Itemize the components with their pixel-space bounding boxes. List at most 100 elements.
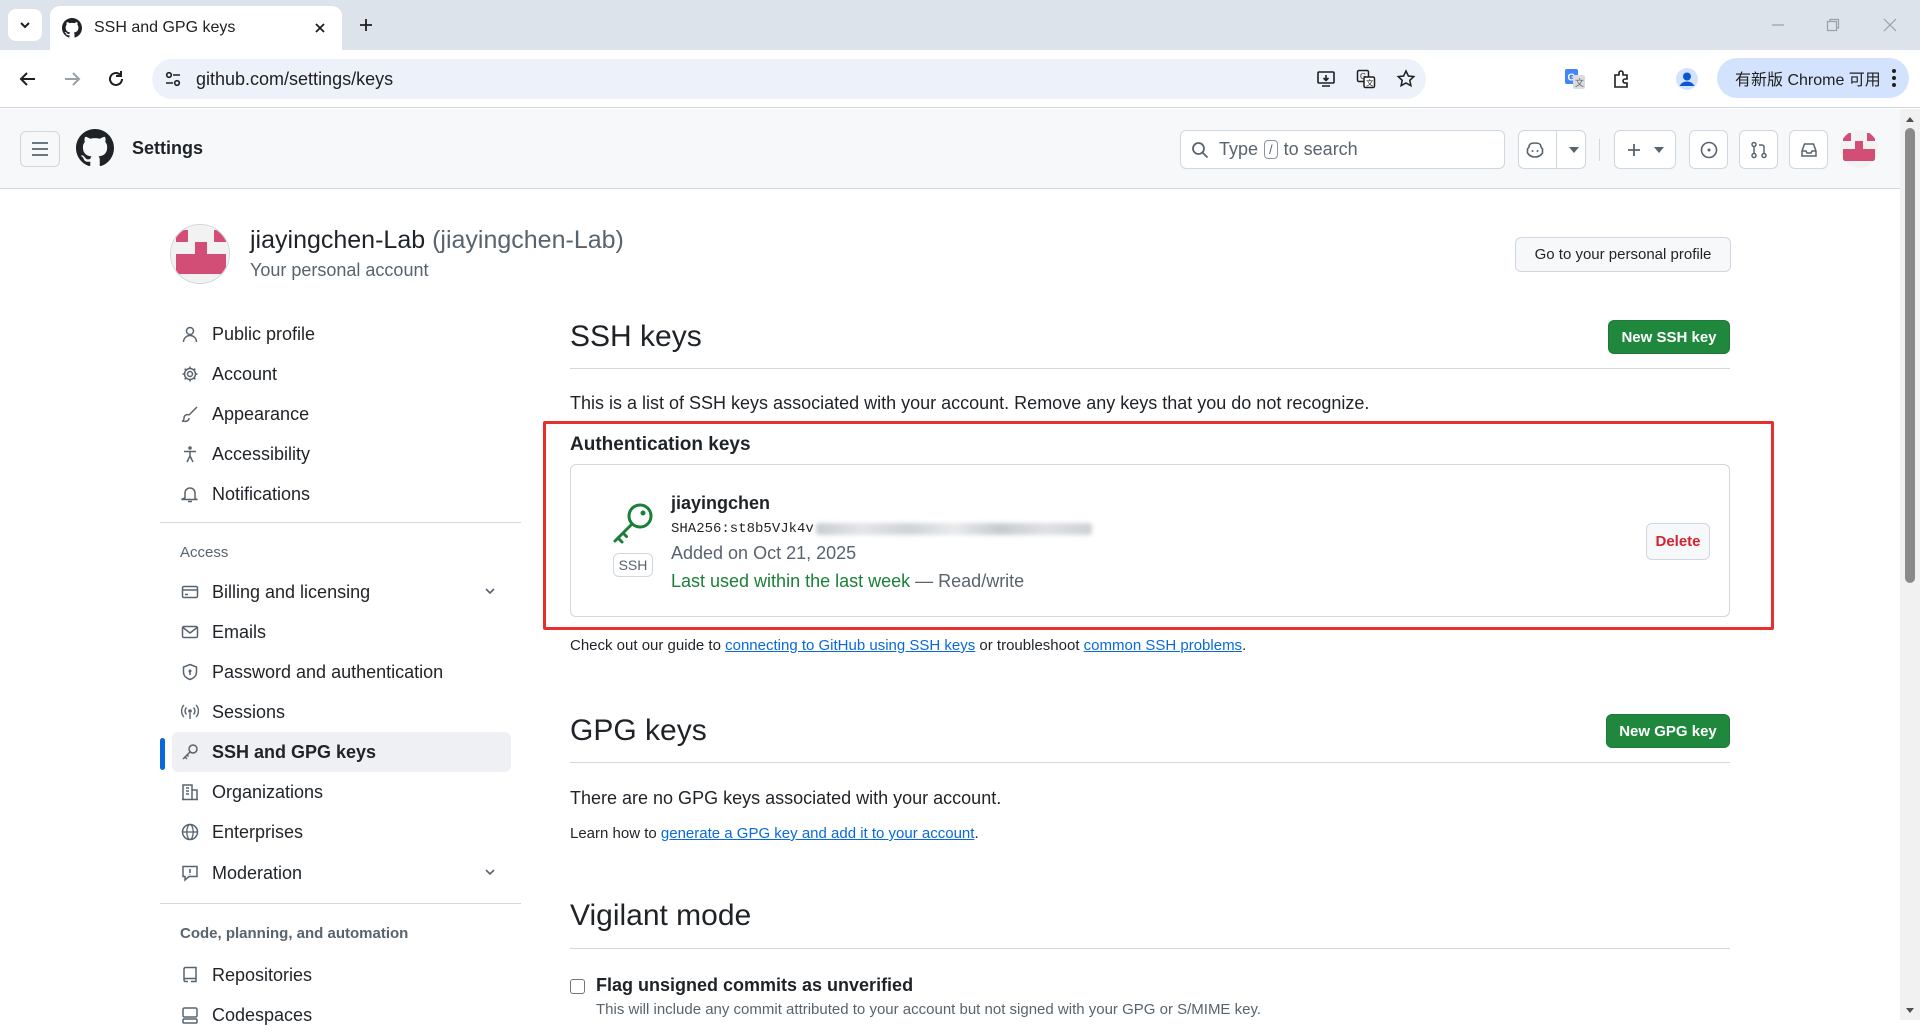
- key-added-date: Added on Oct 21, 2025: [671, 543, 857, 563]
- profile-avatar[interactable]: [170, 224, 230, 284]
- gpg-keys-title: GPG keys: [570, 714, 707, 747]
- global-nav-menu-button[interactable]: [20, 131, 60, 167]
- svg-text:文: 文: [1575, 77, 1584, 89]
- scroll-up-arrow-icon[interactable]: [1900, 112, 1920, 126]
- sidebar-item-repositories[interactable]: Repositories: [172, 955, 511, 995]
- search-input[interactable]: Type / to search: [1180, 130, 1505, 169]
- ssh-guide-link[interactable]: connecting to GitHub using SSH keys: [725, 637, 975, 654]
- sidebar-item-billing[interactable]: Billing and licensing: [172, 572, 511, 612]
- pull-requests-button[interactable]: [1739, 130, 1778, 169]
- new-ssh-key-button[interactable]: New SSH key: [1608, 320, 1730, 354]
- site-info-icon[interactable]: [160, 66, 186, 92]
- google-translate-extension-icon[interactable]: G文: [1559, 63, 1591, 95]
- scrollbar-thumb[interactable]: [1905, 128, 1915, 583]
- paintbrush-icon: [180, 404, 200, 424]
- tab-search-button[interactable]: [8, 9, 42, 41]
- delete-key-button[interactable]: Delete: [1646, 523, 1710, 560]
- accessibility-icon: [180, 444, 200, 464]
- profile-display-name[interactable]: jiayingchen-Lab: [250, 226, 425, 254]
- sidebar-item-label: Emails: [212, 621, 267, 642]
- sidebar-item-emails[interactable]: Emails: [172, 612, 511, 652]
- new-tab-button[interactable]: [354, 13, 378, 37]
- sidebar-item-public-profile[interactable]: Public profile: [172, 314, 511, 354]
- close-window-button[interactable]: [1876, 12, 1904, 38]
- restore-button[interactable]: [1819, 12, 1847, 38]
- sidebar-item-sessions[interactable]: Sessions: [172, 692, 511, 732]
- page-scrollbar[interactable]: [1900, 109, 1920, 1020]
- forward-button[interactable]: [56, 63, 88, 95]
- mail-icon: [180, 622, 200, 642]
- organization-icon: [180, 782, 200, 802]
- minimize-button[interactable]: [1764, 12, 1792, 38]
- tab-strip: SSH and GPG keys: [0, 0, 1920, 50]
- sidebar-item-label: Enterprises: [212, 821, 304, 842]
- browser-tab[interactable]: SSH and GPG keys: [50, 6, 342, 50]
- key-fingerprint: SHA256:st8b5VJk4v: [671, 521, 1092, 537]
- sidebar-item-moderation[interactable]: Moderation: [172, 853, 511, 893]
- scroll-down-arrow-icon[interactable]: [1900, 1004, 1920, 1018]
- authentication-keys-title: Authentication keys: [570, 434, 751, 455]
- redacted-fingerprint: [815, 523, 1092, 535]
- arrow-right-icon: [65, 72, 81, 86]
- sidebar-heading-code: Code, planning, and automation: [180, 925, 409, 942]
- sidebar-item-password-authentication[interactable]: Password and authentication: [172, 652, 511, 692]
- address-bar[interactable]: github.com/settings/keys G文: [152, 59, 1426, 99]
- report-icon: [180, 863, 200, 883]
- sidebar-item-ssh-gpg-keys[interactable]: SSH and GPG keys: [172, 732, 511, 772]
- sidebar-item-label: SSH and GPG keys: [212, 741, 377, 762]
- caret-down-icon: [1653, 146, 1664, 153]
- copilot-button[interactable]: [1518, 130, 1586, 169]
- sidebar-item-organizations[interactable]: Organizations: [172, 772, 511, 812]
- vigilant-mode-label[interactable]: Flag unsigned commits as unverified: [596, 975, 913, 996]
- sidebar-item-appearance[interactable]: Appearance: [172, 394, 511, 434]
- gear-icon: [180, 364, 200, 384]
- back-button[interactable]: [12, 63, 44, 95]
- header-divider: [1599, 139, 1600, 161]
- translate-icon[interactable]: G文: [1346, 59, 1386, 99]
- chevron-down-icon: [20, 22, 30, 29]
- codespaces-icon: [180, 1005, 200, 1025]
- sidebar-item-account[interactable]: Account: [172, 354, 511, 394]
- sidebar-item-label: Account: [212, 363, 278, 384]
- github-favicon-icon: [62, 18, 82, 38]
- ssh-troubleshoot-link[interactable]: common SSH problems: [1084, 637, 1242, 654]
- globe-icon: [180, 822, 200, 842]
- header-context-title[interactable]: Settings: [132, 138, 203, 159]
- chevron-down-icon[interactable]: [483, 865, 497, 879]
- ssh-guide-text: Check out our guide to connecting to Git…: [570, 637, 1246, 654]
- sidebar-heading-access: Access: [180, 544, 229, 561]
- sidebar-item-label: Organizations: [212, 781, 324, 802]
- person-icon: [180, 324, 200, 344]
- go-to-profile-button[interactable]: Go to your personal profile: [1515, 237, 1731, 272]
- vigilant-mode-checkbox[interactable]: [570, 979, 585, 994]
- chrome-update-button[interactable]: 有新版 Chrome 可用: [1717, 58, 1909, 98]
- close-tab-icon[interactable]: [310, 18, 330, 38]
- svg-text:文: 文: [1366, 78, 1374, 88]
- chevron-down-icon[interactable]: [483, 584, 497, 598]
- sidebar-item-label: Notifications: [212, 483, 311, 504]
- github-header: Settings Type / to search: [0, 109, 1900, 189]
- sidebar-item-accessibility[interactable]: Accessibility: [172, 434, 511, 474]
- copilot-icon: [1526, 141, 1544, 158]
- profile-name[interactable]: jiayingchen-Lab (jiayingchen-Lab): [250, 226, 624, 255]
- gpg-guide-link[interactable]: generate a GPG key and add it to your ac…: [661, 825, 975, 842]
- sidebar-item-notifications[interactable]: Notifications: [172, 474, 511, 514]
- reload-button[interactable]: [100, 63, 132, 95]
- sidebar-item-enterprises[interactable]: Enterprises: [172, 812, 511, 852]
- issues-button[interactable]: [1689, 130, 1728, 169]
- install-app-icon[interactable]: [1306, 59, 1346, 99]
- github-logo-icon[interactable]: [76, 129, 114, 167]
- ssh-badge: SSH: [613, 553, 653, 577]
- new-gpg-key-button[interactable]: New GPG key: [1606, 714, 1730, 748]
- restore-icon: [1826, 18, 1840, 32]
- gpg-section-divider: [570, 762, 1730, 763]
- inbox-button[interactable]: [1789, 130, 1828, 169]
- user-avatar[interactable]: [1840, 130, 1878, 168]
- bookmark-star-icon[interactable]: [1386, 59, 1426, 99]
- guide-prefix: Check out our guide to: [570, 637, 721, 654]
- more-vertical-icon: [1892, 69, 1896, 87]
- profile-icon[interactable]: [1671, 63, 1703, 95]
- sidebar-item-codespaces[interactable]: Codespaces: [172, 995, 511, 1035]
- create-new-button[interactable]: [1614, 130, 1676, 169]
- extensions-puzzle-icon[interactable]: [1606, 63, 1638, 95]
